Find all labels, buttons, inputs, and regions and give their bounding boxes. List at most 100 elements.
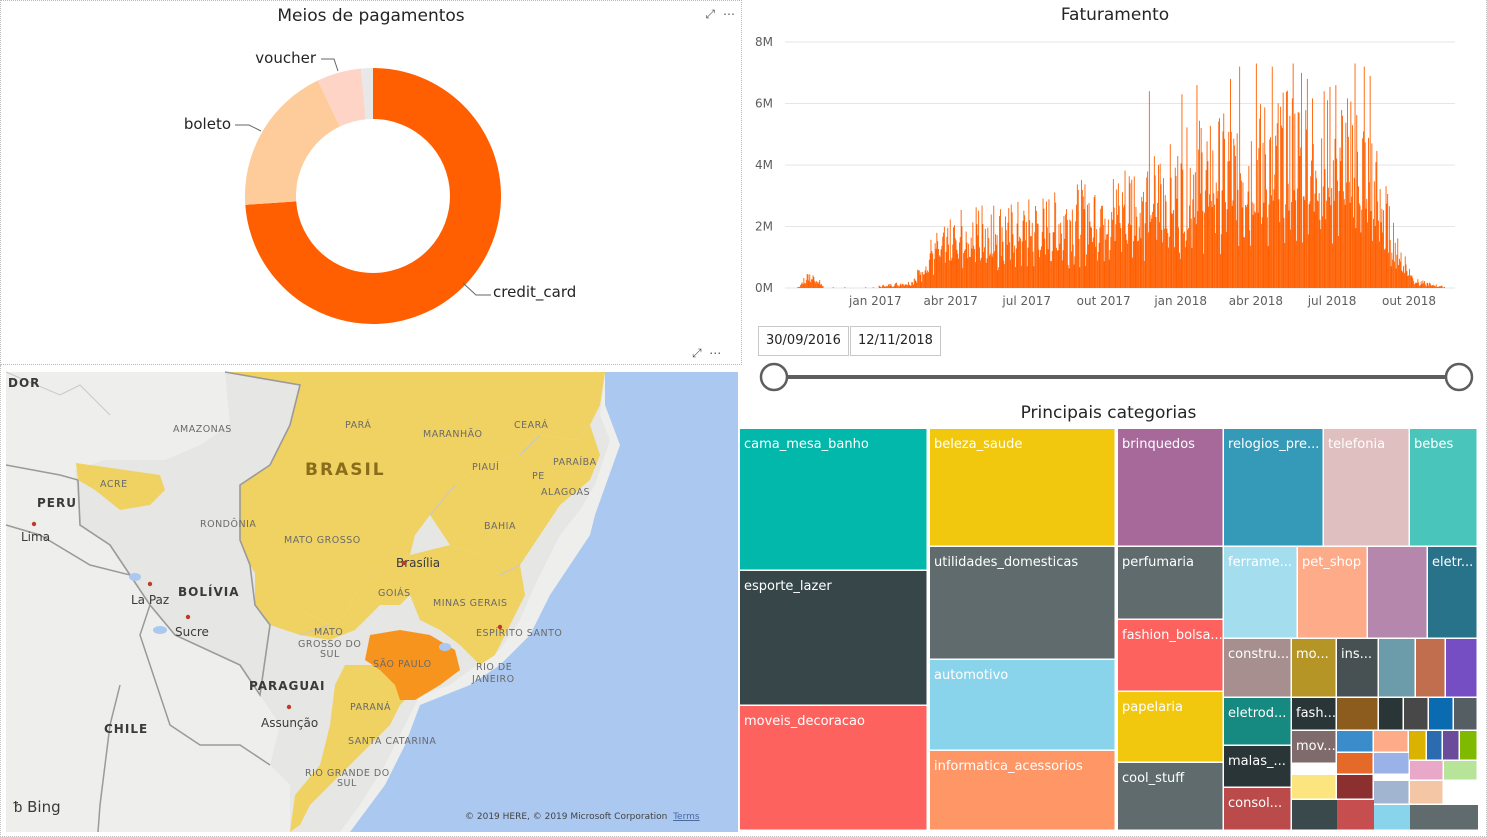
revenue-bar[interactable]	[995, 244, 997, 288]
revenue-bar[interactable]	[1261, 217, 1263, 288]
revenue-bar[interactable]	[832, 287, 834, 288]
revenue-bar[interactable]	[1364, 142, 1366, 288]
revenue-bar[interactable]	[900, 283, 902, 289]
treemap-cell-small[interactable]	[1337, 731, 1373, 752]
donut-chart[interactable]: credit_card boleto voucher	[1, 1, 741, 364]
date-range-slicer[interactable]: 30/09/2016 12/11/2018	[743, 316, 1487, 402]
revenue-bar[interactable]	[1165, 201, 1167, 288]
revenue-bar[interactable]	[1332, 243, 1333, 289]
revenue-bar[interactable]	[1269, 139, 1271, 288]
revenue-bar[interactable]	[959, 242, 960, 289]
slider-end-handle[interactable]	[1444, 362, 1474, 392]
revenue-bar[interactable]	[1264, 107, 1266, 289]
revenue-bar[interactable]	[1221, 190, 1223, 288]
revenue-bar[interactable]	[1428, 285, 1430, 288]
revenue-bar[interactable]	[1252, 214, 1254, 288]
revenue-bar[interactable]	[1313, 211, 1315, 288]
revenue-bar[interactable]	[1273, 189, 1275, 288]
revenue-bar[interactable]	[1385, 186, 1387, 288]
revenue-bar[interactable]	[930, 239, 932, 288]
revenue-bar[interactable]	[1414, 284, 1415, 288]
revenue-bar[interactable]	[1030, 236, 1032, 288]
revenue-bar[interactable]	[1179, 252, 1180, 288]
revenue-bar[interactable]	[1008, 208, 1010, 288]
revenue-bar[interactable]	[1326, 200, 1328, 288]
revenue-bar[interactable]	[1289, 115, 1291, 289]
revenue-bar[interactable]	[926, 272, 928, 288]
revenue-bar[interactable]	[969, 256, 970, 288]
revenue-bar[interactable]	[1410, 276, 1412, 288]
revenue-bar[interactable]	[1343, 199, 1345, 288]
revenue-bar[interactable]	[1220, 254, 1221, 288]
revenue-bar[interactable]	[1401, 270, 1403, 289]
revenue-bar[interactable]	[1007, 222, 1009, 288]
revenue-bar[interactable]	[921, 281, 923, 288]
revenue-bar[interactable]	[1237, 189, 1239, 288]
revenue-bar[interactable]	[1323, 91, 1325, 288]
revenue-bar[interactable]	[1043, 208, 1045, 288]
revenue-bar[interactable]	[1333, 200, 1335, 288]
revenue-bar[interactable]	[1140, 238, 1142, 288]
revenue-bar[interactable]	[1312, 98, 1313, 289]
revenue-bar[interactable]	[1194, 172, 1196, 288]
revenue-bar[interactable]	[1053, 232, 1055, 288]
revenue-bar[interactable]	[973, 245, 975, 289]
revenue-bar[interactable]	[1293, 190, 1295, 288]
revenue-bar[interactable]	[1387, 194, 1389, 288]
revenue-bar[interactable]	[1373, 218, 1374, 288]
revenue-bar[interactable]	[1330, 205, 1332, 288]
revenue-bar[interactable]	[1117, 214, 1118, 288]
revenue-bar[interactable]	[1102, 205, 1103, 288]
revenue-bar[interactable]	[1222, 131, 1224, 288]
revenue-bar[interactable]	[1276, 145, 1277, 288]
revenue-bar[interactable]	[956, 249, 958, 288]
revenue-bar[interactable]	[882, 285, 883, 288]
revenue-bar[interactable]	[902, 284, 904, 288]
revenue-bar[interactable]	[995, 234, 996, 288]
revenue-bar[interactable]	[1175, 176, 1177, 288]
revenue-bar[interactable]	[813, 276, 815, 288]
revenue-bar[interactable]	[1134, 235, 1136, 288]
revenue-bar[interactable]	[892, 287, 893, 288]
revenue-bar[interactable]	[818, 282, 820, 288]
revenue-bar[interactable]	[805, 280, 807, 288]
revenue-bar[interactable]	[1314, 193, 1316, 289]
revenue-bar[interactable]	[1247, 191, 1249, 289]
revenue-bar[interactable]	[1390, 266, 1392, 288]
revenue-bar[interactable]	[1209, 194, 1210, 288]
revenue-bar[interactable]	[1359, 205, 1361, 288]
revenue-bar[interactable]	[1353, 217, 1354, 288]
revenue-bar[interactable]	[905, 284, 907, 288]
revenue-bar[interactable]	[1050, 261, 1052, 288]
revenue-bar[interactable]	[1321, 138, 1323, 288]
revenue-bar[interactable]	[1082, 196, 1084, 289]
revenue-bar[interactable]	[1317, 200, 1318, 289]
treemap-cell-small[interactable]	[1337, 753, 1373, 774]
revenue-bar[interactable]	[916, 282, 918, 288]
revenue-bar[interactable]	[1067, 265, 1069, 288]
revenue-bar[interactable]	[1228, 131, 1230, 288]
revenue-bar[interactable]	[1347, 98, 1348, 289]
revenue-bar[interactable]	[1415, 282, 1417, 289]
revenue-bar[interactable]	[1077, 190, 1079, 288]
revenue-bar[interactable]	[1234, 145, 1236, 288]
revenue-bar[interactable]	[1041, 232, 1043, 288]
revenue-bar[interactable]	[1207, 161, 1209, 288]
revenue-bar[interactable]	[1376, 150, 1378, 288]
revenue-visual[interactable]: Faturamento 0M 2M 4M 6M 8M jan 2017 abr 2017 ju…	[743, 0, 1487, 316]
revenue-bar[interactable]	[952, 244, 954, 288]
revenue-bar[interactable]	[1324, 169, 1326, 288]
revenue-bar[interactable]	[1265, 154, 1266, 288]
treemap-cell-small[interactable]	[1409, 731, 1426, 760]
revenue-bar[interactable]	[1127, 223, 1129, 289]
revenue-bar[interactable]	[1214, 204, 1215, 288]
revenue-bar[interactable]	[798, 286, 800, 288]
revenue-bar[interactable]	[1097, 260, 1098, 288]
revenue-bar[interactable]	[1217, 191, 1219, 288]
revenue-bar[interactable]	[1024, 215, 1026, 288]
revenue-bar[interactable]	[1244, 237, 1246, 288]
revenue-bar[interactable]	[1258, 148, 1260, 288]
revenue-bar[interactable]	[969, 257, 971, 288]
revenue-bar[interactable]	[1305, 110, 1307, 288]
revenue-bar[interactable]	[931, 251, 933, 288]
